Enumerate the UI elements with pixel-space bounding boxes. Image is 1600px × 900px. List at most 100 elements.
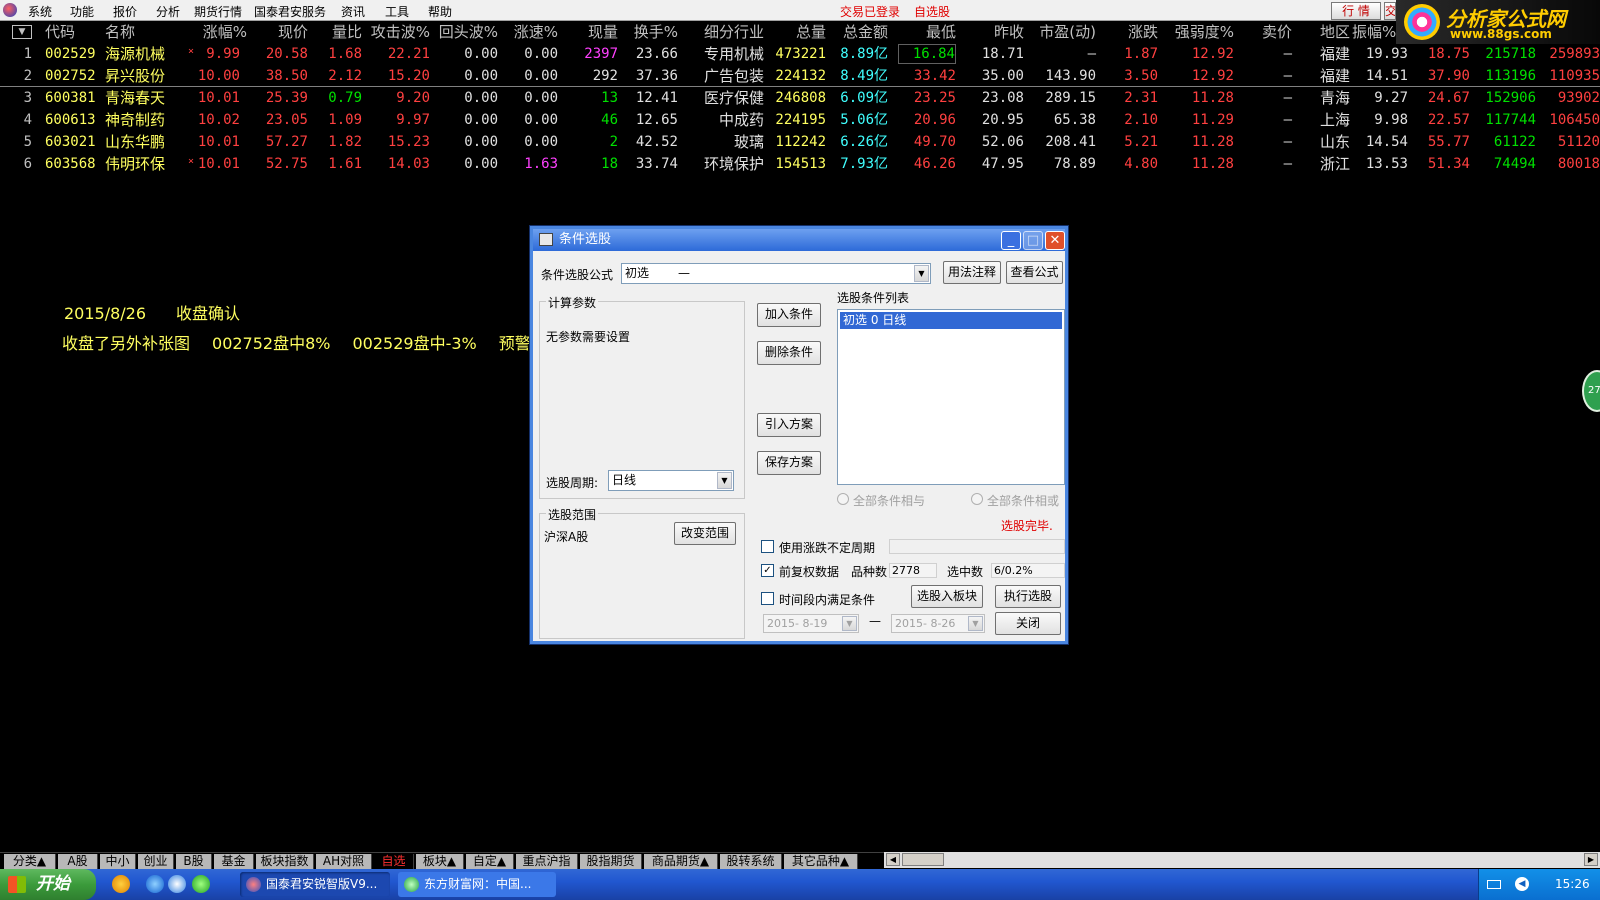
- scroll-thumb[interactable]: [902, 853, 944, 866]
- cell-pullback-wave: 0.00: [464, 46, 498, 62]
- menu-function[interactable]: 功能: [70, 3, 94, 20]
- header-amplitude[interactable]: 振幅%: [1352, 22, 1396, 42]
- quicklaunch-app-icon[interactable]: [112, 875, 130, 893]
- add-to-block-button[interactable]: 选股入板块: [911, 585, 983, 608]
- chevron-down-icon[interactable]: ▼: [717, 472, 732, 489]
- browser2-icon[interactable]: [168, 875, 186, 893]
- scroll-left-icon[interactable]: ◀: [886, 853, 900, 866]
- tab-7[interactable]: AH对照: [316, 854, 372, 869]
- header-diff[interactable]: 涨跌: [1100, 22, 1158, 42]
- formula-dash: —: [678, 266, 690, 280]
- tab-6[interactable]: 板块指数: [256, 854, 314, 869]
- tab-5[interactable]: 基金: [214, 854, 254, 869]
- dialog-titlebar[interactable]: 条件选股 _ □ ✕: [533, 229, 1065, 251]
- cell-pullback-wave: 0.00: [464, 112, 498, 128]
- header-speed[interactable]: 涨速%: [500, 22, 558, 42]
- menu-gtja-service[interactable]: 国泰君安服务: [254, 3, 326, 20]
- header-name[interactable]: 名称: [105, 22, 145, 42]
- horizontal-scrollbar[interactable]: ◀ ▶: [884, 852, 1600, 868]
- tab-4[interactable]: B股: [176, 854, 212, 869]
- cell-volume-ratio: 0.79: [328, 90, 362, 106]
- chevron-down-icon: ▼: [968, 616, 983, 631]
- task-gtja-window[interactable]: 国泰君安锐智版V9...: [240, 872, 390, 897]
- header-attack-wave[interactable]: 攻击波%: [362, 22, 430, 42]
- header-change-pct[interactable]: 涨幅%: [172, 22, 247, 42]
- header-prev-close[interactable]: 昨收: [962, 22, 1024, 42]
- scroll-right-icon[interactable]: ▶: [1584, 853, 1598, 866]
- view-formula-button[interactable]: 查看公式: [1006, 261, 1063, 284]
- tab-3[interactable]: 创业: [138, 854, 174, 869]
- tab-1[interactable]: A股: [58, 854, 98, 869]
- keyboard-icon[interactable]: [1487, 880, 1501, 889]
- header-strength[interactable]: 强弱度%: [1160, 22, 1234, 42]
- time-range-checkbox[interactable]: [761, 592, 774, 605]
- header-code[interactable]: 代码: [45, 22, 81, 42]
- header-pe[interactable]: 市盈(动): [1028, 22, 1096, 42]
- trade-button[interactable]: 交: [1384, 2, 1396, 20]
- import-scheme-button[interactable]: 引入方案: [757, 413, 821, 437]
- minimize-icon[interactable]: _: [1001, 231, 1021, 250]
- header-volume-ratio[interactable]: 量比: [310, 22, 362, 42]
- tab-0[interactable]: 分类▲: [4, 854, 56, 869]
- menu-system[interactable]: 系统: [28, 3, 52, 20]
- menu-analysis[interactable]: 分析: [156, 3, 180, 20]
- menu-tools[interactable]: 工具: [385, 3, 409, 20]
- close-button[interactable]: 关闭: [995, 612, 1061, 635]
- chevron-down-icon[interactable]: ▼: [914, 265, 929, 282]
- save-scheme-button[interactable]: 保存方案: [757, 451, 821, 475]
- tab-13[interactable]: 商品期货▲: [644, 854, 718, 869]
- start-button[interactable]: 开始: [0, 869, 96, 900]
- header-current-vol[interactable]: 现量: [560, 22, 618, 42]
- tab-2[interactable]: 中小: [100, 854, 136, 869]
- change-range-button[interactable]: 改变范围: [674, 522, 736, 545]
- ie-browser-icon[interactable]: [146, 875, 164, 893]
- list-item[interactable]: 初选 0 日线: [840, 312, 1062, 329]
- tab-12[interactable]: 股指期货: [580, 854, 642, 869]
- browser3-icon[interactable]: [192, 875, 210, 893]
- usage-notes-button[interactable]: 用法注释: [943, 261, 1001, 284]
- condition-list[interactable]: 初选 0 日线: [837, 309, 1065, 485]
- tab-11[interactable]: 重点沪指: [516, 854, 578, 869]
- header-industry[interactable]: 细分行业: [680, 22, 764, 42]
- menu-futures[interactable]: 期货行情: [194, 3, 242, 20]
- period-select[interactable]: 日线 ▼: [608, 470, 734, 491]
- cell-low: 23.25: [913, 90, 956, 106]
- table-menu-dropdown-icon[interactable]: ▼: [12, 25, 32, 39]
- header-total-amount[interactable]: 总金额: [826, 22, 888, 42]
- add-condition-button[interactable]: 加入条件: [757, 303, 821, 327]
- close-icon[interactable]: ✕: [1045, 231, 1065, 250]
- adjusted-data-checkbox[interactable]: ✓: [761, 564, 774, 577]
- header-low[interactable]: 最低: [898, 22, 956, 42]
- quote-button[interactable]: 行 情: [1331, 2, 1381, 20]
- menu-quote[interactable]: 报价: [113, 3, 137, 20]
- uncertain-period-checkbox[interactable]: [761, 540, 774, 553]
- tab-15[interactable]: 其它品种▲: [784, 854, 858, 869]
- cell-region: 浙江: [1319, 155, 1350, 173]
- cell-price: 57.27: [265, 134, 308, 150]
- header-turnover[interactable]: 换手%: [620, 22, 678, 42]
- tab-9[interactable]: 板块▲: [416, 854, 464, 869]
- menu-bar: 系统 功能 报价 分析 期货行情 国泰君安服务 资讯 工具 帮助 交易已登录 自…: [0, 0, 1600, 21]
- row-index: 3: [23, 90, 32, 106]
- execute-screening-button[interactable]: 执行选股: [995, 585, 1061, 608]
- header-price[interactable]: 现价: [250, 22, 308, 42]
- menu-news[interactable]: 资讯: [341, 3, 365, 20]
- header-ask[interactable]: 卖价: [1236, 22, 1292, 42]
- formula-select[interactable]: 初选 — ▼: [621, 263, 931, 284]
- header-total-volume[interactable]: 总量: [770, 22, 826, 42]
- tab-14[interactable]: 股转系统: [720, 854, 782, 869]
- task-eastmoney-window[interactable]: 东方财富网：中国...: [398, 872, 556, 897]
- date-to-value: 2015- 8-26: [895, 617, 956, 630]
- header-region[interactable]: 地区: [1300, 22, 1350, 42]
- header-pullback-wave[interactable]: 回头波%: [432, 22, 498, 42]
- delete-condition-button[interactable]: 删除条件: [757, 341, 821, 365]
- tab-10[interactable]: 自定▲: [466, 854, 514, 869]
- cell-total-amount: 6.09亿: [840, 90, 888, 106]
- menu-help[interactable]: 帮助: [428, 3, 452, 20]
- cell-turnover: 42.52: [635, 134, 678, 150]
- back-arrow-icon[interactable]: ◀: [1515, 877, 1529, 891]
- tab-8[interactable]: 自选: [374, 854, 414, 869]
- side-float-badge[interactable]: 27: [1582, 370, 1600, 412]
- date-from-select: 2015- 8-19 ▼: [763, 614, 859, 633]
- clock: 15:26: [1555, 877, 1590, 891]
